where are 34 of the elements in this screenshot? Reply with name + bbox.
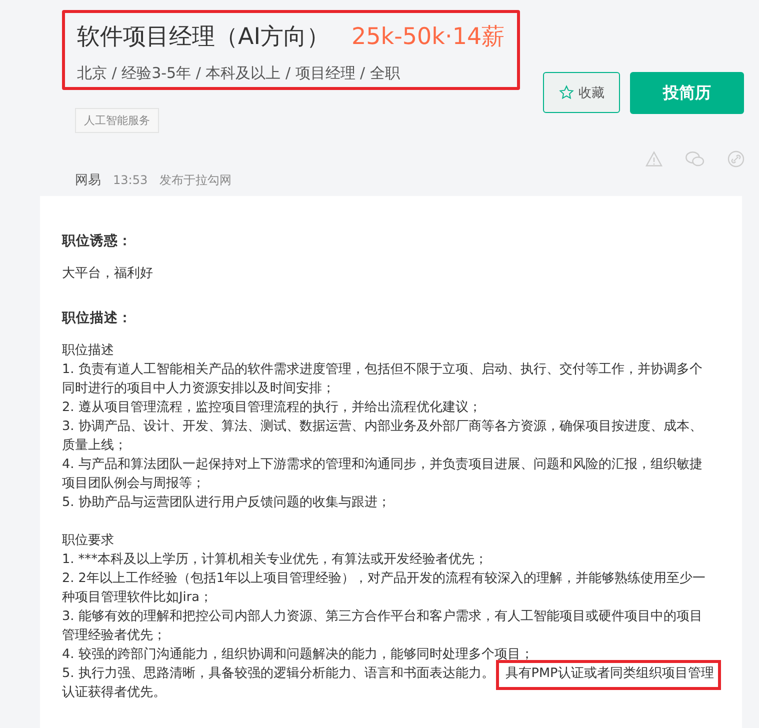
company-name[interactable]: 网易: [75, 171, 101, 189]
job-meta: 北京 / 经验3-5年 / 本科及以上 / 项目经理 / 全职: [77, 64, 401, 83]
list-line: 2. 2年以上工作经验（包括1年以上项目管理经验），对产品开发的流程有较深入的理解，并能够熟练使用至少一: [62, 571, 706, 586]
list-line: 管理经验者优先；: [62, 628, 166, 643]
block-title: 职位描述: [62, 342, 115, 360]
list-line: 认证获得者优先。: [62, 685, 166, 700]
highlighted-text: 具有PMP认证或者同类组织项目管理: [496, 660, 721, 690]
salary: 25k-50k·14薪: [352, 23, 505, 52]
list-line: 1. ***本科及以上学历，计算机相关专业优先，有算法或开发经验者优先；: [62, 552, 488, 567]
list-line: 4. 与产品和算法团队一起保持对上下游需求的管理和沟通同步，并负责项目进展、问题和风险的汇报，组织敏捷: [62, 457, 702, 472]
wechat-icon[interactable]: [685, 150, 705, 168]
list-line: 3. 能够有效的理解和把控公司内部人力资源、第三方合作平台和客户需求，有人工智能项目或硬件项目中的项目: [62, 609, 702, 624]
list-line: 项目团队例会与周报等；: [62, 476, 205, 491]
link-icon[interactable]: [727, 150, 745, 168]
list-line: 质量上线；: [62, 438, 127, 453]
warning-icon[interactable]: [645, 150, 663, 168]
list-line: 5. 执行力强、思路清晰，具备较强的逻辑分析能力、语言和书面表达能力。: [62, 666, 494, 681]
list-line: 大平台，福利好: [62, 266, 153, 281]
section-heading: 职位描述：: [62, 309, 133, 327]
post-source: 发布于拉勾网: [160, 172, 232, 188]
list-line: 2. 遵从项目管理流程，监控项目管理流程的执行，并给出流程优化建议；: [62, 400, 482, 415]
block-title: 职位要求: [62, 532, 115, 550]
post-time: 13:53: [113, 173, 148, 187]
tag: 人工智能服务: [75, 108, 159, 133]
list-line: 同时进行的项目中人力资源安排以及时间安排；: [62, 381, 335, 396]
star-icon: [558, 85, 574, 100]
list-line: 5. 协助产品与运营团队进行用户反馈问题的收集与跟进；: [62, 495, 390, 510]
list-line: 1. 负责有道人工智能相关产品的软件需求进度管理，包括但不限于立项、启动、执行、交付等工作，并协调多个: [62, 362, 702, 377]
section-heading: 职位诱惑：: [62, 232, 133, 250]
list-line: 3. 协调产品、设计、开发、算法、测试、数据运营、内部业务及外部厂商等各方资源，确保项目按进度、成本、: [62, 419, 702, 434]
list-line: 4. 较强的跨部门沟通能力，组织协调和问题解决的能力，能够同时处理多个项目；: [62, 647, 534, 662]
job-title: 软件项目经理（AI方向）: [77, 23, 330, 52]
collect-button[interactable]: 收藏: [543, 72, 620, 113]
list-line: 种项目管理软件比如Jira；: [62, 590, 212, 605]
